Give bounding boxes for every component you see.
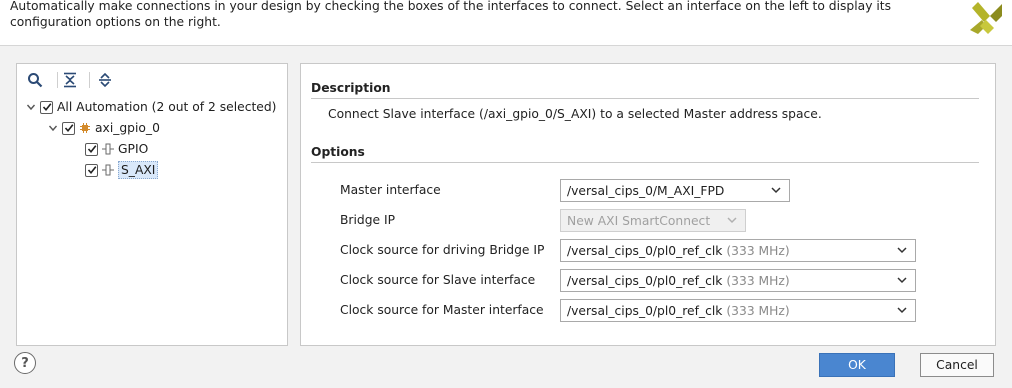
s-axi-checkbox[interactable] [85,163,98,177]
tree-label-all-automation: All Automation (2 out of 2 selected) [57,100,277,114]
bridge-clock-source-label: Clock source for driving Bridge IP [340,243,545,257]
tree-row-all-automation[interactable]: All Automation (2 out of 2 selected) [25,97,276,117]
chevron-down-icon [727,217,737,224]
slave-clock-source-value: /versal_cips_0/pl0_ref_clk [567,273,723,288]
help-icon: ? [21,355,29,371]
master-clock-source-value: /versal_cips_0/pl0_ref_clk [567,303,723,318]
ip-block-icon [79,122,91,134]
chevron-down-icon[interactable] [47,122,59,134]
collapse-all-icon [64,72,76,88]
toolbar-separator [57,72,58,88]
toolbar-separator [89,72,90,88]
bridge-clock-frequency: (333 MHz) [726,243,790,258]
master-clock-source-select[interactable]: /versal_cips_0/pl0_ref_clk (333 MHz) [560,299,916,322]
search-icon [28,73,43,88]
chevron-down-icon [897,307,907,314]
master-interface-label: Master interface [340,183,441,197]
slave-clock-source-select[interactable]: /versal_cips_0/pl0_ref_clk (333 MHz) [560,269,916,292]
interface-tree-panel: All Automation (2 out of 2 selected) axi… [16,63,288,346]
master-clock-source-label: Clock source for Master interface [340,303,544,317]
bridge-clock-source-select[interactable]: /versal_cips_0/pl0_ref_clk (333 MHz) [560,239,916,262]
checkmark-icon [87,145,96,154]
slave-clock-source-label: Clock source for Slave interface [340,273,536,287]
ok-button[interactable]: OK [819,353,895,377]
cancel-button[interactable]: Cancel [920,353,994,377]
chevron-down-icon [897,247,907,254]
interface-pin-icon [102,164,114,176]
search-button[interactable] [25,70,45,90]
tree-row-axi-gpio-0[interactable]: axi_gpio_0 [47,118,160,138]
master-interface-value: /versal_cips_0/M_AXI_FPD [567,183,725,198]
header-instructions: Automatically make connections in your d… [10,0,892,29]
collapse-all-button[interactable] [60,70,80,90]
help-button[interactable]: ? [14,352,36,374]
tree-label-gpio: GPIO [118,142,149,156]
chevron-down-icon [897,277,907,284]
chevron-down-icon[interactable] [25,101,37,113]
slave-clock-frequency: (333 MHz) [726,273,790,288]
tree-row-gpio[interactable]: GPIO [85,139,148,159]
bridge-ip-select: New AXI SmartConnect [560,209,746,232]
tree-toolbar [17,64,287,96]
checkmark-icon [64,124,73,133]
description-divider [311,98,979,99]
checkmark-icon [87,166,96,175]
options-heading: Options [311,145,365,159]
chevron-down-icon [771,187,781,194]
master-clock-frequency: (333 MHz) [726,303,790,318]
tree-row-s-axi[interactable]: S_AXI [85,160,159,180]
description-text: Connect Slave interface (/axi_gpio_0/S_A… [328,107,822,121]
tree-label-axi-gpio-0: axi_gpio_0 [95,121,160,135]
axi-gpio-0-checkbox[interactable] [62,121,75,135]
expand-all-button[interactable] [95,70,115,90]
bridge-ip-value: New AXI SmartConnect [567,213,711,228]
expand-all-icon [99,72,111,88]
dialog-header: Automatically make connections in your d… [0,0,1012,46]
app-logo-icon [970,2,1002,34]
bridge-clock-source-value: /versal_cips_0/pl0_ref_clk [567,243,723,258]
master-interface-select[interactable]: /versal_cips_0/M_AXI_FPD [560,179,790,202]
configuration-panel: Description Connect Slave interface (/ax… [300,63,996,346]
options-divider [311,162,979,163]
gpio-checkbox[interactable] [85,142,98,156]
all-automation-checkbox[interactable] [40,100,53,114]
bridge-ip-label: Bridge IP [340,213,396,227]
checkmark-icon [42,103,51,112]
tree-label-s-axi: S_AXI [118,161,159,179]
description-heading: Description [311,81,391,95]
interface-pin-icon [102,143,114,155]
